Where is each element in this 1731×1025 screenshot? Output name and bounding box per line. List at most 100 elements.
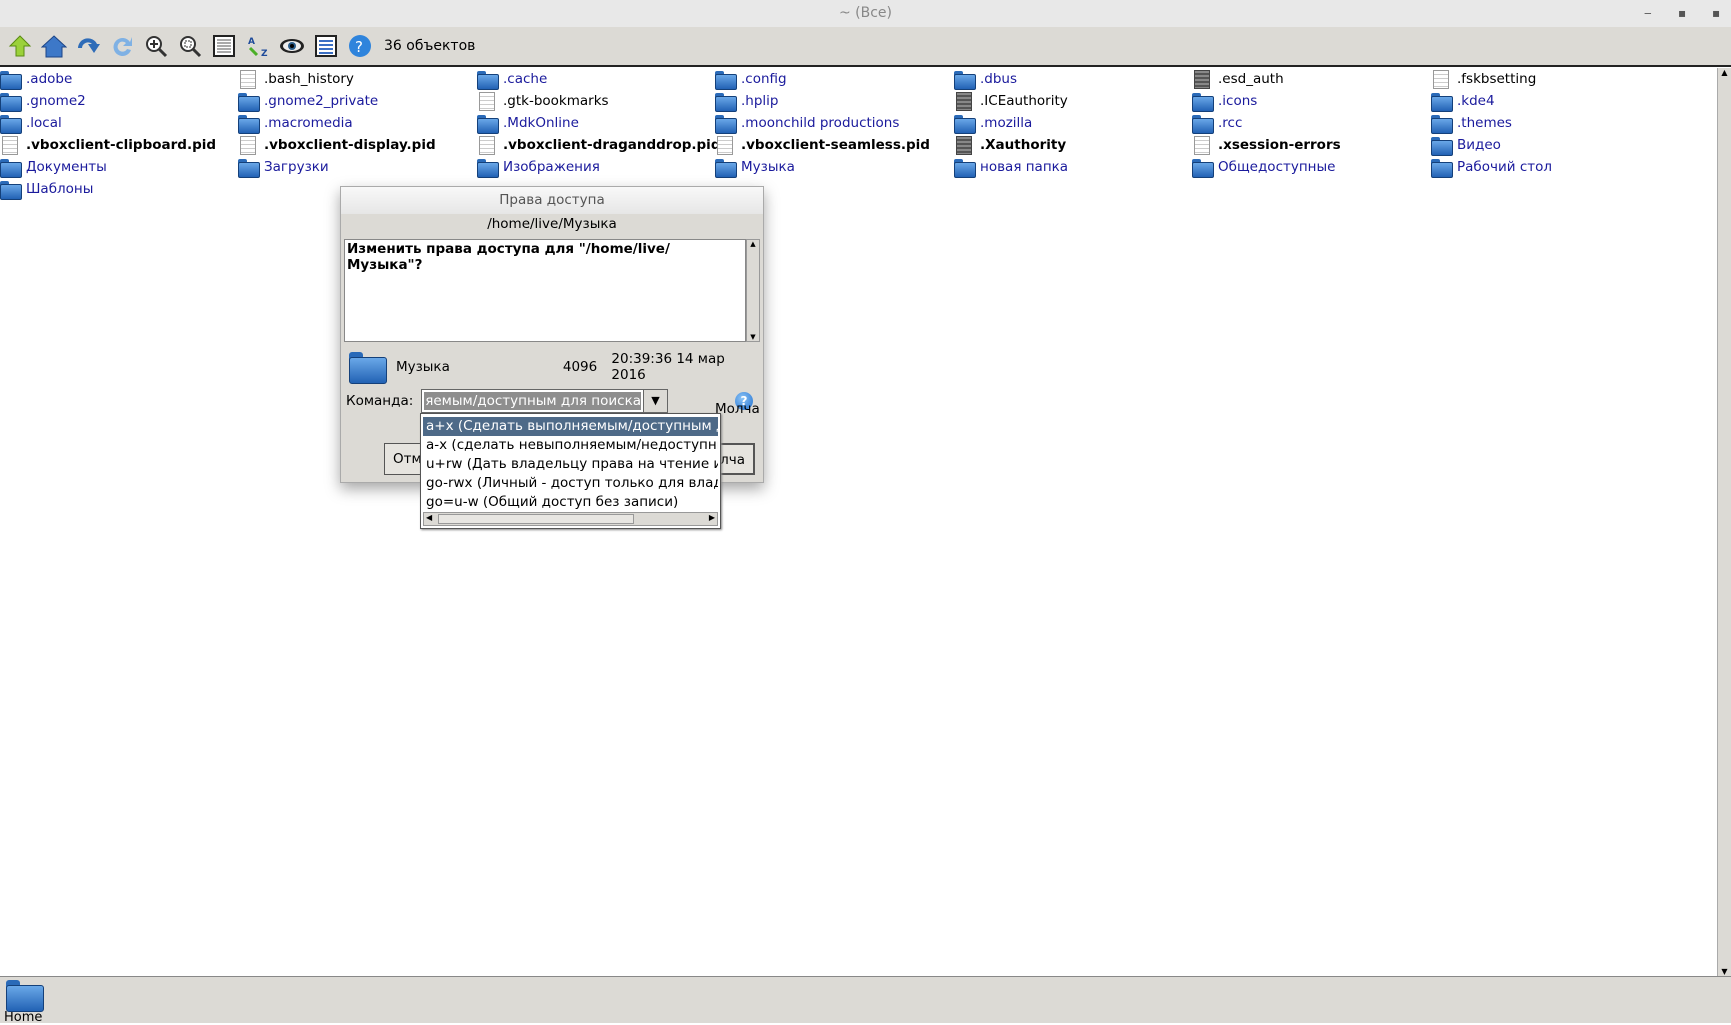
window-titlebar: ~ (Все) ‒ ▪ ▪ xyxy=(0,0,1731,27)
file-item[interactable]: .gtk-bookmarks xyxy=(477,90,609,112)
folder-icon xyxy=(477,158,499,178)
file-name: .icons xyxy=(1218,93,1258,109)
file-item[interactable]: .vboxclient-clipboard.pid xyxy=(0,134,216,156)
home-shortcut[interactable]: Home xyxy=(4,980,44,1025)
file-name: .MdkOnline xyxy=(503,115,579,131)
file-item[interactable]: Изображения xyxy=(477,156,600,178)
home-icon[interactable] xyxy=(40,32,68,60)
show-hidden-icon[interactable] xyxy=(278,32,306,60)
vertical-scrollbar[interactable]: ▲ ▼ xyxy=(1717,68,1731,976)
file-item[interactable]: .esd_auth xyxy=(1192,68,1284,90)
details-view-icon[interactable] xyxy=(210,32,238,60)
file-name: .moonchild productions xyxy=(741,115,900,131)
file-item[interactable]: .local xyxy=(0,112,62,134)
file-item[interactable]: .icons xyxy=(1192,90,1257,112)
file-item[interactable]: Видео xyxy=(1431,134,1501,156)
file-item[interactable]: .kde4 xyxy=(1431,90,1495,112)
folder-icon xyxy=(1431,136,1453,156)
file-item[interactable]: .macromedia xyxy=(238,112,353,134)
file-item[interactable]: .Xauthority xyxy=(954,134,1066,156)
folder-icon xyxy=(1431,114,1453,134)
svg-text:A: A xyxy=(248,37,255,47)
command-option[interactable]: a+x (Сделать выполняемым/доступным для п… xyxy=(423,417,718,436)
folder-icon xyxy=(238,114,260,134)
file-item[interactable]: Музыка xyxy=(715,156,795,178)
folder-icon xyxy=(0,180,22,200)
file-item[interactable]: Общедоступные xyxy=(1192,156,1335,178)
svg-text:?: ? xyxy=(355,38,363,56)
file-name: .config xyxy=(741,71,787,87)
command-option[interactable]: go=u-w (Общий доступ без записи) xyxy=(423,493,718,512)
file-item[interactable]: .gnome2 xyxy=(0,90,86,112)
help-icon[interactable]: ? xyxy=(346,32,374,60)
folder-icon xyxy=(1192,92,1214,112)
file-item[interactable]: .xsession-errors xyxy=(1192,134,1341,156)
file-name: .esd_auth xyxy=(1218,71,1284,87)
file-item[interactable]: .ICEauthority xyxy=(954,90,1068,112)
file-item[interactable]: .rcc xyxy=(1192,112,1242,134)
up-icon[interactable] xyxy=(6,32,34,60)
file-item[interactable]: .vboxclient-draganddrop.pid xyxy=(477,134,720,156)
question-scrollbar[interactable]: ▲ ▼ xyxy=(746,239,760,342)
file-item[interactable]: Рабочий стол xyxy=(1431,156,1552,178)
file-name: .mozilla xyxy=(980,115,1033,131)
file-item[interactable]: .themes xyxy=(1431,112,1512,134)
file-item[interactable]: Загрузки xyxy=(238,156,329,178)
file-name: .themes xyxy=(1457,115,1512,131)
file-item[interactable]: новая папка xyxy=(954,156,1068,178)
file-item[interactable]: .hplip xyxy=(715,90,779,112)
object-count: 36 объектов xyxy=(384,38,476,54)
file-icon xyxy=(717,135,733,155)
file-item[interactable]: Документы xyxy=(0,156,107,178)
folder-icon xyxy=(715,70,737,90)
file-name: .adobe xyxy=(26,71,73,87)
maximize-button[interactable]: ▪ xyxy=(1678,0,1686,27)
command-option[interactable]: a-x (сделать невыполняемым/недоступным д… xyxy=(423,436,718,455)
file-name: .xsession-errors xyxy=(1218,137,1341,153)
dialog-path: /home/live/Музыка xyxy=(487,216,617,232)
file-name: Музыка xyxy=(741,159,795,175)
command-dropdown-list: a+x (Сделать выполняемым/доступным для п… xyxy=(420,413,721,529)
folder-icon xyxy=(954,158,976,178)
file-icon xyxy=(2,135,18,155)
file-name: .kde4 xyxy=(1457,93,1495,109)
scrollbar-thumb[interactable] xyxy=(438,514,634,524)
dropdown-horizontal-scrollbar[interactable]: ◀ ▶ xyxy=(423,512,718,526)
file-item[interactable]: .moonchild productions xyxy=(715,112,899,134)
file-item[interactable]: .vboxclient-seamless.pid xyxy=(715,134,930,156)
folder-icon xyxy=(715,92,737,112)
file-item[interactable]: .cache xyxy=(477,68,547,90)
file-item[interactable]: Шаблоны xyxy=(0,178,93,200)
file-item[interactable]: .config xyxy=(715,68,787,90)
file-item[interactable]: .gnome2_private xyxy=(238,90,378,112)
back-icon[interactable] xyxy=(74,32,102,60)
refresh-icon[interactable] xyxy=(108,32,136,60)
folder-icon xyxy=(0,158,22,178)
sort-az-icon[interactable]: AZ xyxy=(244,32,272,60)
file-icon xyxy=(240,69,256,89)
default-checkbox-label[interactable]: Молча xyxy=(715,399,763,419)
command-value[interactable]: выполняемым/доступным для поиска) xyxy=(424,392,641,410)
command-option[interactable]: u+rw (Дать владельцу права на чтение и з… xyxy=(423,455,718,474)
file-item[interactable]: .mozilla xyxy=(954,112,1032,134)
file-item[interactable]: .bash_history xyxy=(238,68,354,90)
file-item[interactable]: .MdkOnline xyxy=(477,112,579,134)
file-item[interactable]: .fskbsetting xyxy=(1431,68,1536,90)
minimize-button[interactable]: ‒ xyxy=(1644,0,1652,27)
command-combobox[interactable]: выполняемым/доступным для поиска) ▼ xyxy=(421,389,668,413)
folder-icon xyxy=(238,158,260,178)
file-item[interactable]: .vboxclient-display.pid xyxy=(238,134,436,156)
zoom-fit-icon[interactable] xyxy=(176,32,204,60)
file-icon xyxy=(956,91,972,111)
chevron-down-icon[interactable]: ▼ xyxy=(643,390,667,412)
file-name: .macromedia xyxy=(264,115,353,131)
folder-icon xyxy=(1192,114,1214,134)
folder-icon xyxy=(477,114,499,134)
command-option[interactable]: go-rwx (Личный - доступ только для владе… xyxy=(423,474,718,493)
list-view-icon[interactable] xyxy=(312,32,340,60)
file-item[interactable]: .dbus xyxy=(954,68,1017,90)
folder-icon xyxy=(238,92,260,112)
close-button[interactable]: ▪ xyxy=(1712,0,1720,27)
file-item[interactable]: .adobe xyxy=(0,68,72,90)
zoom-in-icon[interactable] xyxy=(142,32,170,60)
